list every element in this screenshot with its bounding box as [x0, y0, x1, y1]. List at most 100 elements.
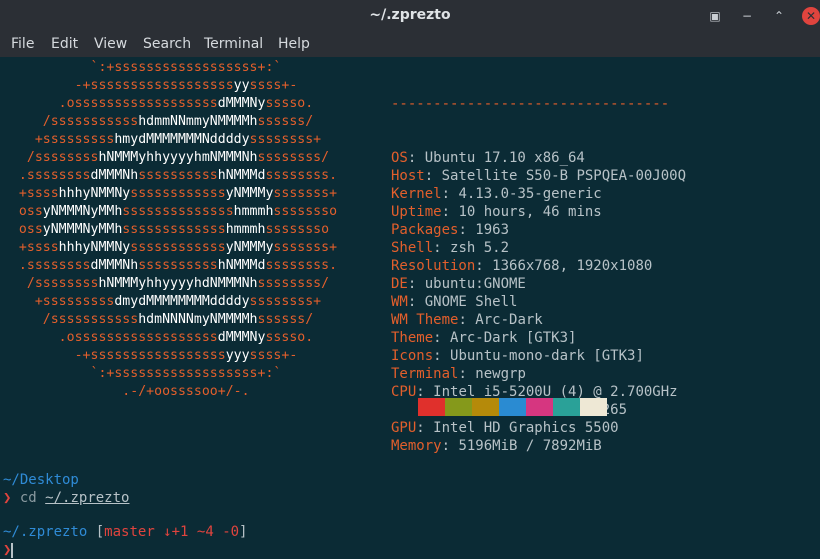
info-row: Shell: zsh 5.2: [391, 240, 510, 256]
info-key: Memory: [391, 438, 442, 454]
info-key: Theme: [391, 330, 434, 346]
info-value: GNOME Shell: [424, 294, 518, 310]
info-key: DE: [391, 276, 408, 292]
logo-line: .ssssssssdMMMNhsssssssssshNMMMdssssssss.: [18, 258, 338, 273]
info-value: Arc-Dark: [475, 312, 543, 328]
logo-line: .-/+oossssoo+/-.: [122, 384, 250, 399]
logo-line: .ssssssssdMMMNhsssssssssshNMMMdssssssss.: [18, 168, 338, 183]
menu-search[interactable]: Search: [143, 36, 191, 52]
info-row: Icons: Ubuntu-mono-dark [GTK3]: [391, 348, 644, 364]
info-separator: ---------------------------------: [391, 96, 670, 112]
info-row: Uptime: 10 hours, 46 mins: [391, 204, 602, 220]
info-row: Memory: 5196MiB / 7892MiB: [391, 438, 602, 454]
text-cursor: [11, 542, 14, 558]
terminal-icon[interactable]: ▣: [706, 7, 724, 25]
info-row: WM: GNOME Shell: [391, 294, 518, 310]
command-text: cd: [19, 490, 37, 506]
palette-swatch: [472, 398, 499, 416]
info-key: Kernel: [391, 186, 442, 202]
info-row: Kernel: 4.13.0-35-generic: [391, 186, 602, 202]
palette-swatch: [499, 398, 526, 416]
logo-line: -+ssssssssssssssssssyyssss+-: [74, 78, 298, 93]
info-key: Terminal: [391, 366, 459, 382]
path-text: ~/Desktop: [3, 472, 79, 488]
info-value: 1366x768, 1920x1080: [492, 258, 653, 274]
palette-swatch: [526, 398, 553, 416]
info-value: newgrp: [475, 366, 526, 382]
palette-swatch: [580, 398, 607, 416]
logo-line: +sssssssssdmydMMMMMMMMddddyssssssss+: [34, 294, 322, 309]
git-branch: master: [104, 524, 155, 540]
git-bracket-open: [: [95, 524, 105, 540]
info-key: OS: [391, 150, 408, 166]
palette-swatch: [445, 398, 472, 416]
info-row: GPU: Intel HD Graphics 5500: [391, 420, 619, 436]
info-row: OS: Ubuntu 17.10 x86_64: [391, 150, 585, 166]
prompt-symbol: ❯: [3, 490, 12, 506]
logo-line: `:+ssssssssssssssssss+:`: [90, 366, 282, 381]
logo-line: /ssssssssssshdmNNNNmyNMMMMhssssss/: [42, 312, 314, 327]
logo-line: `:+ssssssssssssssssss+:`: [90, 60, 282, 75]
minimize-button[interactable]: −: [738, 7, 756, 25]
logo-line: /sssssssshNMMMyhhyyyyhdNMMMNhssssssss/: [26, 276, 330, 291]
logo-line: .ossssssssssssssssssdMMMNysssso.: [58, 96, 314, 111]
menu-view[interactable]: View: [94, 36, 127, 52]
info-value: Intel HD Graphics 5500: [433, 420, 619, 436]
menu-file[interactable]: File: [11, 36, 34, 52]
palette-swatch: [391, 398, 418, 416]
info-key: Shell: [391, 240, 434, 256]
logo-line: /ssssssssssshdmmNNmmyNMMMMhssssss/: [42, 114, 314, 129]
menu-edit[interactable]: Edit: [51, 36, 78, 52]
info-row: WM Theme: Arc-Dark: [391, 312, 543, 328]
info-row: Terminal: newgrp: [391, 366, 526, 382]
info-value: ubuntu:GNOME: [424, 276, 526, 292]
info-value: Satellite S50-B PSPQEA-00J00Q: [441, 168, 687, 184]
menu-bar: File Edit View Search Terminal Help: [0, 32, 820, 57]
info-value: 4.13.0-35-generic: [458, 186, 602, 202]
palette-swatch: [418, 398, 445, 416]
menu-terminal[interactable]: Terminal: [204, 36, 263, 52]
system-info: --------------------------------- OS: Ub…: [391, 59, 686, 491]
info-key: Resolution: [391, 258, 476, 274]
path-text: ~/.zprezto: [3, 524, 88, 540]
title-bar: ~/.zprezto ▣ − ⌃ ✕: [0, 0, 820, 32]
window-title: ~/.zprezto: [369, 7, 451, 23]
prompt-symbol: ❯: [3, 542, 12, 558]
logo-line: /sssssssshNMMMyhhyyyyhmNMMMNhssssssss/: [26, 150, 330, 165]
info-row: Resolution: 1366x768, 1920x1080: [391, 258, 653, 274]
logo-line: +ssssssssshmydMMMMMMMNddddyssssssss+: [34, 132, 322, 147]
menu-help[interactable]: Help: [278, 36, 310, 52]
info-row: Host: Satellite S50-B PSPQEA-00J00Q: [391, 168, 687, 184]
info-key: WM: [391, 294, 408, 310]
git-status: ↓+1 ~4 -0: [163, 524, 240, 540]
info-row: Packages: 1963: [391, 222, 510, 238]
logo-line: +sssshhhyNMMNyssssssssssssyNMMMysssssss+: [18, 240, 338, 255]
info-key: Icons: [391, 348, 434, 364]
logo-line: ossyNMMMNyMMhsssssssssssssshmmmhssssssso: [18, 204, 338, 219]
color-palette: [391, 398, 607, 416]
info-value: 1963: [475, 222, 510, 238]
prompt-path-zprezto: ~/.zprezto [master ↓+1 ~4 -0]: [3, 523, 247, 541]
restore-button[interactable]: ⌃: [770, 7, 788, 25]
palette-swatch: [553, 398, 580, 416]
terminal-area[interactable]: `:+ssssssssssssssssss+:` -+sssssssssssss…: [0, 57, 820, 559]
info-value: 10 hours, 46 mins: [458, 204, 602, 220]
info-key: Uptime: [391, 204, 442, 220]
info-value: Ubuntu-mono-dark [GTK3]: [450, 348, 644, 364]
logo-line: +sssshhhyNMMNyssssssssssssyNMMMysssssss+: [18, 186, 338, 201]
info-key: Packages: [391, 222, 459, 238]
prompt-path-desktop: ~/Desktop: [3, 471, 79, 489]
close-button[interactable]: ✕: [802, 7, 820, 25]
logo-line: -+sssssssssssssssssyyyssss+-: [74, 348, 298, 363]
info-value: zsh 5.2: [450, 240, 510, 256]
ubuntu-ascii-logo: `:+ssssssssssssssssss+:` -+sssssssssssss…: [3, 59, 337, 401]
info-key: GPU: [391, 420, 417, 436]
info-row: DE: ubuntu:GNOME: [391, 276, 526, 292]
info-value: Ubuntu 17.10 x86_64: [424, 150, 585, 166]
info-key: Host: [391, 168, 425, 184]
active-prompt[interactable]: ❯: [3, 541, 14, 559]
info-value: 5196MiB / 7892MiB: [458, 438, 602, 454]
logo-line: ossyNMMMNyMMhssssssssssssshmmmhssssssso: [18, 222, 330, 237]
info-row: Theme: Arc-Dark [GTK3]: [391, 330, 577, 346]
info-value: Arc-Dark [GTK3]: [450, 330, 577, 346]
